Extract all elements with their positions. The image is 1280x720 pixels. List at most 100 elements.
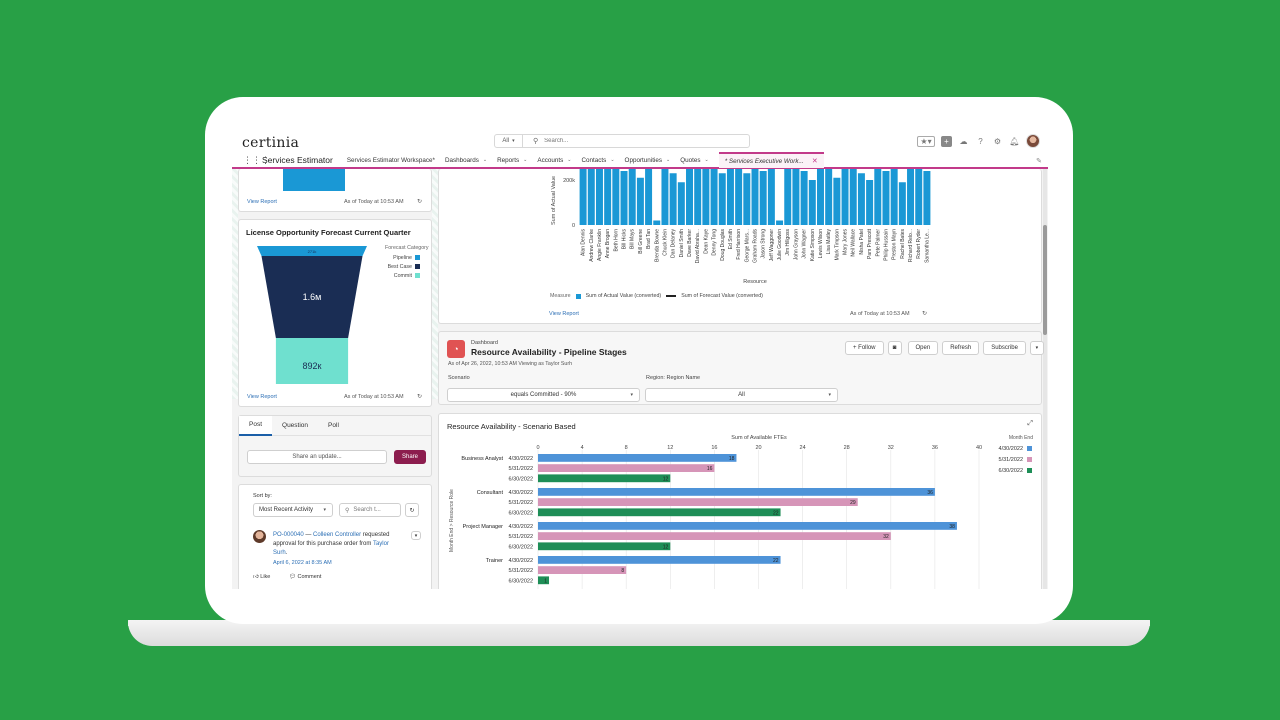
more-actions-button[interactable]: ▾: [1029, 341, 1044, 355]
expand-icon[interactable]: ⤢: [1027, 420, 1033, 428]
sort-dropdown[interactable]: Most Recent Activity ▾: [253, 503, 333, 517]
resource-bar[interactable]: [587, 169, 595, 225]
resource-bar[interactable]: [808, 180, 816, 225]
availability-bar[interactable]: [538, 542, 671, 551]
chevron-down-icon[interactable]: ⌄: [610, 157, 614, 163]
chevron-down-icon[interactable]: ⌄: [523, 157, 527, 163]
comment-button[interactable]: 💬︎ Comment: [289, 574, 321, 580]
resource-bar[interactable]: [579, 169, 587, 225]
refresh-button[interactable]: Refresh: [942, 341, 980, 355]
share-button[interactable]: Share: [394, 450, 427, 464]
resource-bar[interactable]: [735, 169, 743, 225]
availability-bar[interactable]: [538, 508, 781, 517]
resource-bar[interactable]: [923, 171, 931, 225]
nav-item-quotes[interactable]: Quotes ⌄: [680, 157, 709, 164]
record-link[interactable]: PO-000040: [273, 532, 304, 538]
resource-bar[interactable]: [612, 169, 620, 225]
availability-bar[interactable]: [538, 488, 935, 496]
follow-button[interactable]: + Follow: [845, 341, 884, 355]
resource-bar[interactable]: [857, 173, 865, 225]
search-scope-dropdown[interactable]: All ▾: [495, 135, 523, 147]
resource-bar[interactable]: [726, 169, 734, 225]
availability-bar[interactable]: [538, 464, 715, 472]
refresh-feed-button[interactable]: ↻: [405, 503, 419, 517]
resource-bar[interactable]: [841, 169, 849, 225]
gear-icon[interactable]: ⚙: [992, 136, 1003, 147]
user-avatar[interactable]: [1026, 134, 1040, 148]
tab-post[interactable]: Post: [239, 415, 273, 436]
resource-bar[interactable]: [915, 169, 923, 225]
help-icon[interactable]: ?: [975, 136, 986, 147]
resource-bar[interactable]: [866, 180, 874, 225]
search-input[interactable]: [544, 138, 725, 144]
share-update-input[interactable]: Share an update...: [247, 450, 387, 464]
resource-bar[interactable]: [718, 173, 726, 225]
nav-item-services-estimator-workspace[interactable]: Services Estimator Workspace*: [347, 157, 435, 164]
resource-bar[interactable]: [661, 169, 669, 225]
chevron-down-icon[interactable]: ⌄: [567, 157, 571, 163]
view-report-link[interactable]: View Report: [549, 311, 579, 317]
edit-nav-icon[interactable]: ✎: [1036, 157, 1042, 165]
resource-bar[interactable]: [816, 169, 824, 225]
resource-bar[interactable]: [595, 169, 603, 225]
availability-bar[interactable]: [538, 566, 627, 574]
nav-item-opportunities[interactable]: Opportunities ⌄: [625, 157, 671, 164]
resource-bar[interactable]: [776, 220, 784, 226]
resource-bar[interactable]: [710, 169, 718, 225]
chevron-down-icon[interactable]: ⌄: [705, 157, 709, 163]
resource-bar[interactable]: [767, 169, 775, 225]
feed-search-input[interactable]: ⚲ Search t...: [339, 503, 401, 517]
app-launcher-icon[interactable]: ⋮⋮⋮: [243, 155, 270, 165]
resource-bar[interactable]: [686, 169, 694, 225]
resource-bar[interactable]: [759, 171, 767, 225]
resource-bar[interactable]: [669, 173, 677, 225]
availability-bar[interactable]: [538, 556, 781, 564]
resource-bar[interactable]: [800, 171, 808, 225]
resource-bar[interactable]: [653, 220, 661, 226]
resource-bar[interactable]: [636, 177, 644, 225]
resource-bar[interactable]: [907, 169, 915, 225]
resource-bar[interactable]: [677, 182, 685, 225]
resource-bar[interactable]: [898, 182, 906, 225]
nav-item-dashboards[interactable]: Dashboards ⌄: [445, 157, 487, 164]
resource-bar[interactable]: [833, 177, 841, 225]
chevron-down-icon[interactable]: ⌄: [483, 157, 487, 163]
scrollbar-thumb[interactable]: [1043, 225, 1047, 335]
resource-bar[interactable]: [882, 171, 890, 225]
scenario-filter-dropdown[interactable]: equals Committed - 90% ▾: [447, 388, 640, 402]
resource-bar[interactable]: [620, 171, 628, 225]
nav-item-accounts[interactable]: Accounts ⌄: [537, 157, 571, 164]
like-button[interactable]: 👍︎ Like: [253, 574, 270, 580]
region-filter-dropdown[interactable]: All ▾: [645, 388, 838, 402]
availability-bar[interactable]: [538, 522, 957, 530]
resource-bar[interactable]: [694, 169, 702, 225]
nav-item-reports[interactable]: Reports ⌄: [497, 157, 527, 164]
subscribe-button[interactable]: Subscribe: [983, 341, 1026, 355]
resource-bar[interactable]: [628, 169, 636, 225]
resource-bar[interactable]: [825, 169, 833, 225]
availability-bar[interactable]: [538, 532, 891, 540]
tab-question[interactable]: Question: [272, 416, 318, 436]
star-icon[interactable]: ★▾: [917, 135, 935, 147]
resource-bar[interactable]: [645, 169, 653, 225]
nav-item-contacts[interactable]: Contacts ⌄: [581, 157, 614, 164]
tab-poll[interactable]: Poll: [318, 416, 349, 436]
add-icon[interactable]: +: [941, 135, 952, 147]
availability-bar[interactable]: [538, 498, 858, 506]
resource-bar[interactable]: [874, 169, 882, 225]
availability-bar[interactable]: [538, 474, 671, 483]
post-date[interactable]: April 6, 2022 at 8:35 AM: [273, 560, 332, 566]
refresh-icon[interactable]: ↻: [922, 310, 927, 317]
resource-bar[interactable]: [751, 169, 759, 225]
resource-bar[interactable]: [792, 169, 800, 225]
post-menu-button[interactable]: ▾: [411, 531, 421, 540]
open-button[interactable]: Open: [907, 341, 939, 355]
availability-bar[interactable]: [538, 454, 737, 462]
refresh-icon[interactable]: ↻: [417, 393, 422, 400]
view-report-link[interactable]: View Report: [247, 394, 277, 400]
close-icon[interactable]: ✕: [812, 157, 818, 165]
resource-bar[interactable]: [890, 169, 898, 225]
chevron-down-icon[interactable]: ⌄: [666, 157, 670, 163]
resource-bar[interactable]: [604, 169, 612, 225]
resource-bar[interactable]: [702, 169, 710, 225]
